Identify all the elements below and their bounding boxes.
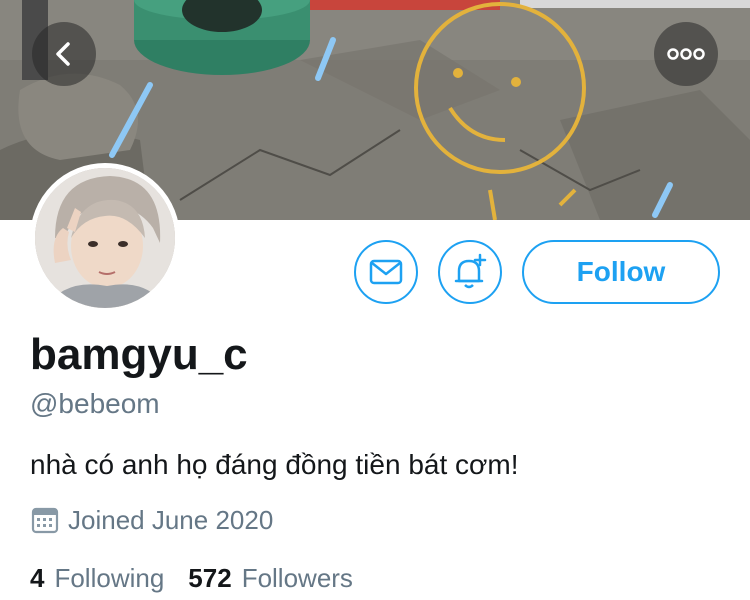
more-icon bbox=[667, 48, 705, 60]
joined-text: Joined June 2020 bbox=[68, 504, 274, 535]
more-options-button[interactable] bbox=[654, 22, 718, 86]
back-arrow-icon bbox=[56, 42, 70, 66]
calendar-icon bbox=[31, 507, 59, 534]
followers-label: Followers bbox=[241, 563, 353, 593]
display-name: bamgyu_c bbox=[30, 330, 248, 379]
followers-count: 572 bbox=[188, 563, 232, 593]
joined-date: Joined June 2020 bbox=[30, 504, 273, 536]
user-handle: @bebeom bbox=[30, 388, 160, 419]
message-button[interactable] bbox=[354, 240, 418, 304]
bell-plus-icon bbox=[454, 253, 487, 289]
follow-button-label: Follow bbox=[576, 256, 666, 287]
profile-stats: 4 Following 572 Followers bbox=[30, 563, 377, 594]
avatar-image bbox=[35, 168, 175, 308]
bio-text: nhà có anh họ đáng đồng tiền bát cơm! bbox=[30, 449, 519, 480]
following-link[interactable]: 4 Following bbox=[30, 563, 164, 594]
followers-link[interactable]: 572 Followers bbox=[188, 563, 353, 594]
mail-icon bbox=[369, 259, 403, 285]
notifications-button[interactable] bbox=[438, 240, 502, 304]
back-button[interactable] bbox=[32, 22, 96, 86]
following-label: Following bbox=[54, 563, 165, 593]
avatar[interactable] bbox=[30, 163, 180, 313]
follow-button[interactable]: Follow bbox=[522, 240, 720, 304]
following-count: 4 bbox=[30, 563, 45, 593]
